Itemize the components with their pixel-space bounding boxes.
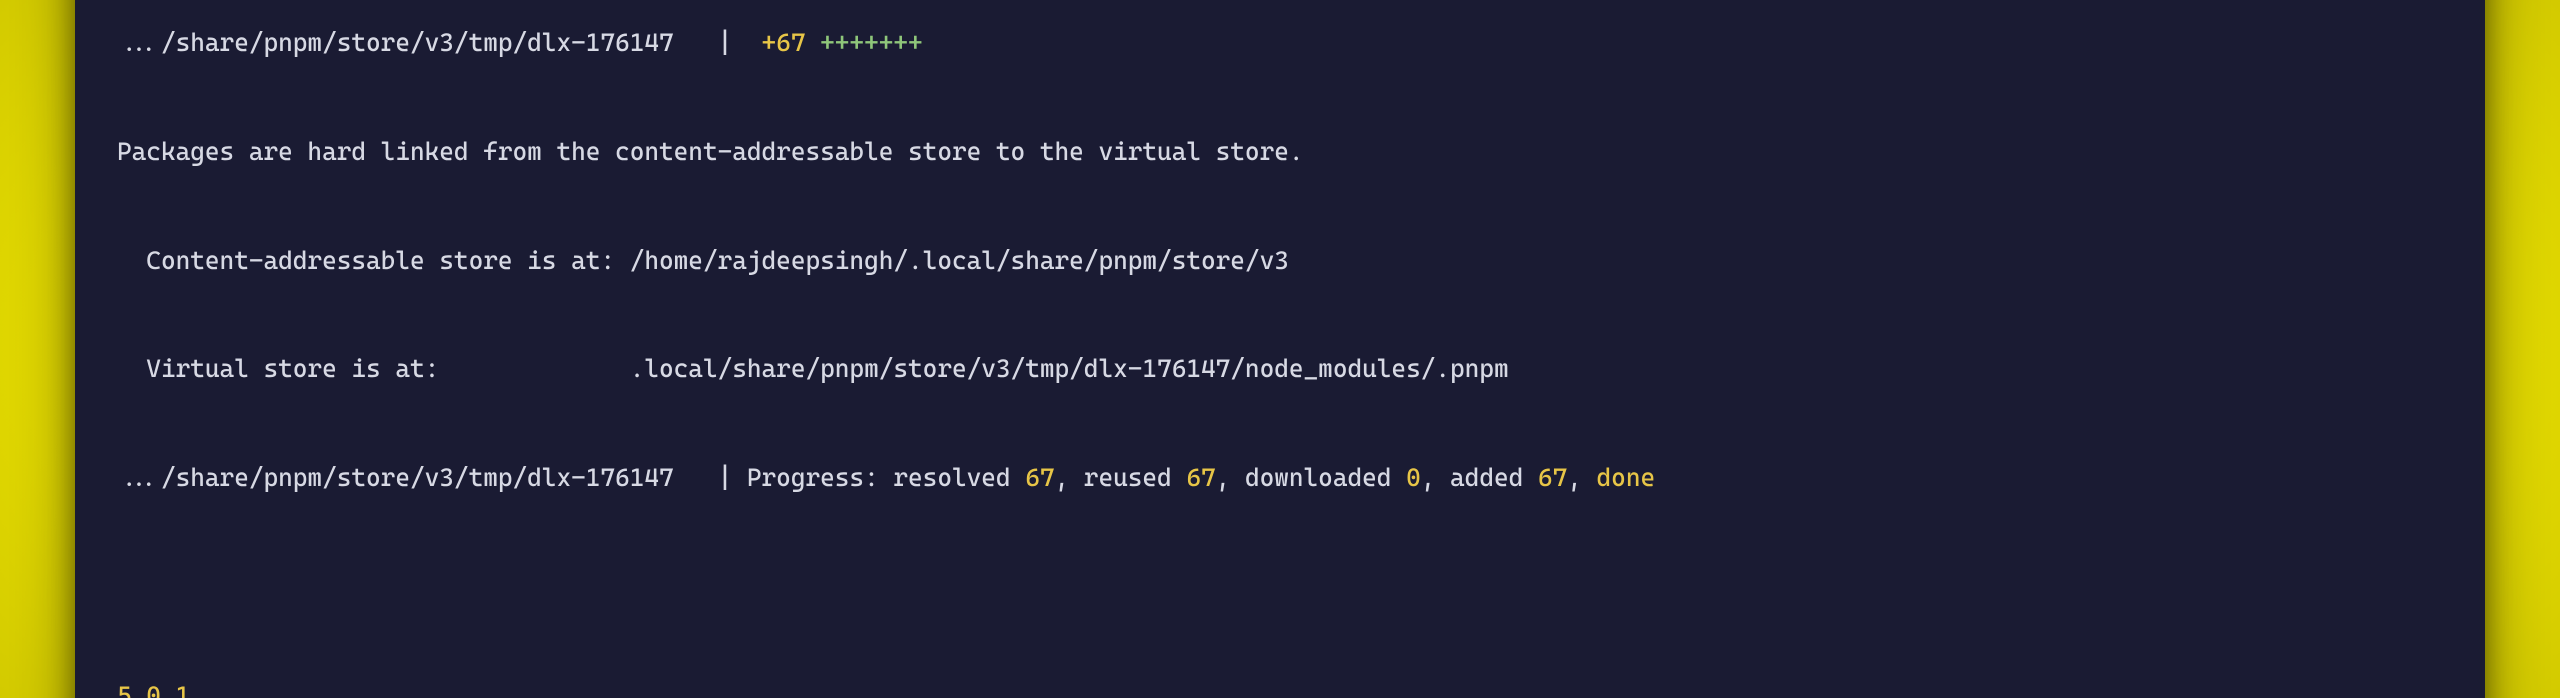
version-output: 5.0.1 [117,678,2443,698]
pkg-plus: +++++++ [805,28,922,57]
output-line-3: Packages are hard linked from the conten… [117,134,2443,170]
blank-line [117,569,2443,605]
terminal-window: $ pnpm create react-app --version .../sh… [75,0,2485,698]
progress-done: done [1597,463,1656,492]
output-line-4: Content-addressable store is at: /home/r… [117,243,2443,279]
terminal-body[interactable]: $ pnpm create react-app --version .../sh… [75,0,2485,698]
pkg-count: +67 [762,28,806,57]
output-line-6: .../share/pnpm/store/v3/tmp/dlx-176147 |… [117,460,2443,496]
output-line-5: Virtual store is at: .local/share/pnpm/s… [117,351,2443,387]
output-line-2: .../share/pnpm/store/v3/tmp/dlx-176147 |… [117,25,2443,61]
